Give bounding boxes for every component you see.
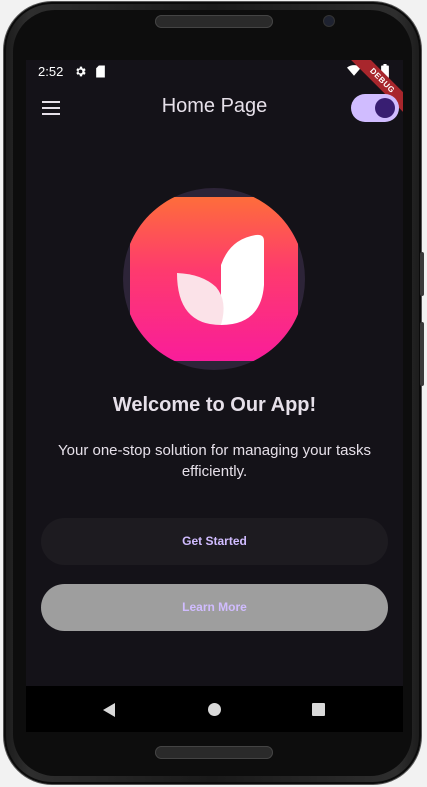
gear-icon <box>74 65 87 81</box>
status-bar: 2:52 DEBUG <box>26 60 403 117</box>
back-icon[interactable] <box>103 703 115 717</box>
app-screen: 2:52 DEBUG Home Page Welcome to Our App!… <box>26 60 403 686</box>
status-time: 2:52 <box>38 64 64 79</box>
sd-card-icon <box>95 65 106 81</box>
home-icon[interactable] <box>208 703 221 716</box>
get-started-button[interactable]: Get Started <box>41 518 388 565</box>
front-camera <box>324 16 334 26</box>
top-speaker-grille <box>155 15 273 28</box>
page-title: Home Page <box>161 95 268 117</box>
recents-icon[interactable] <box>312 703 325 716</box>
welcome-headline: Welcome to Our App! <box>112 394 317 416</box>
toggle-knob <box>375 98 395 118</box>
volume-button <box>420 252 424 296</box>
welcome-subtext: Your one-stop solution for managing your… <box>58 442 371 480</box>
theme-toggle-switch[interactable] <box>351 94 399 122</box>
bottom-speaker-grille <box>155 746 273 759</box>
logo-avatar <box>123 188 305 370</box>
learn-more-button[interactable]: Learn More <box>41 584 388 631</box>
app-bar: Home Page <box>26 84 403 132</box>
power-button <box>420 322 424 386</box>
app-logo-icon <box>130 197 298 361</box>
android-navigation-bar <box>26 686 403 732</box>
